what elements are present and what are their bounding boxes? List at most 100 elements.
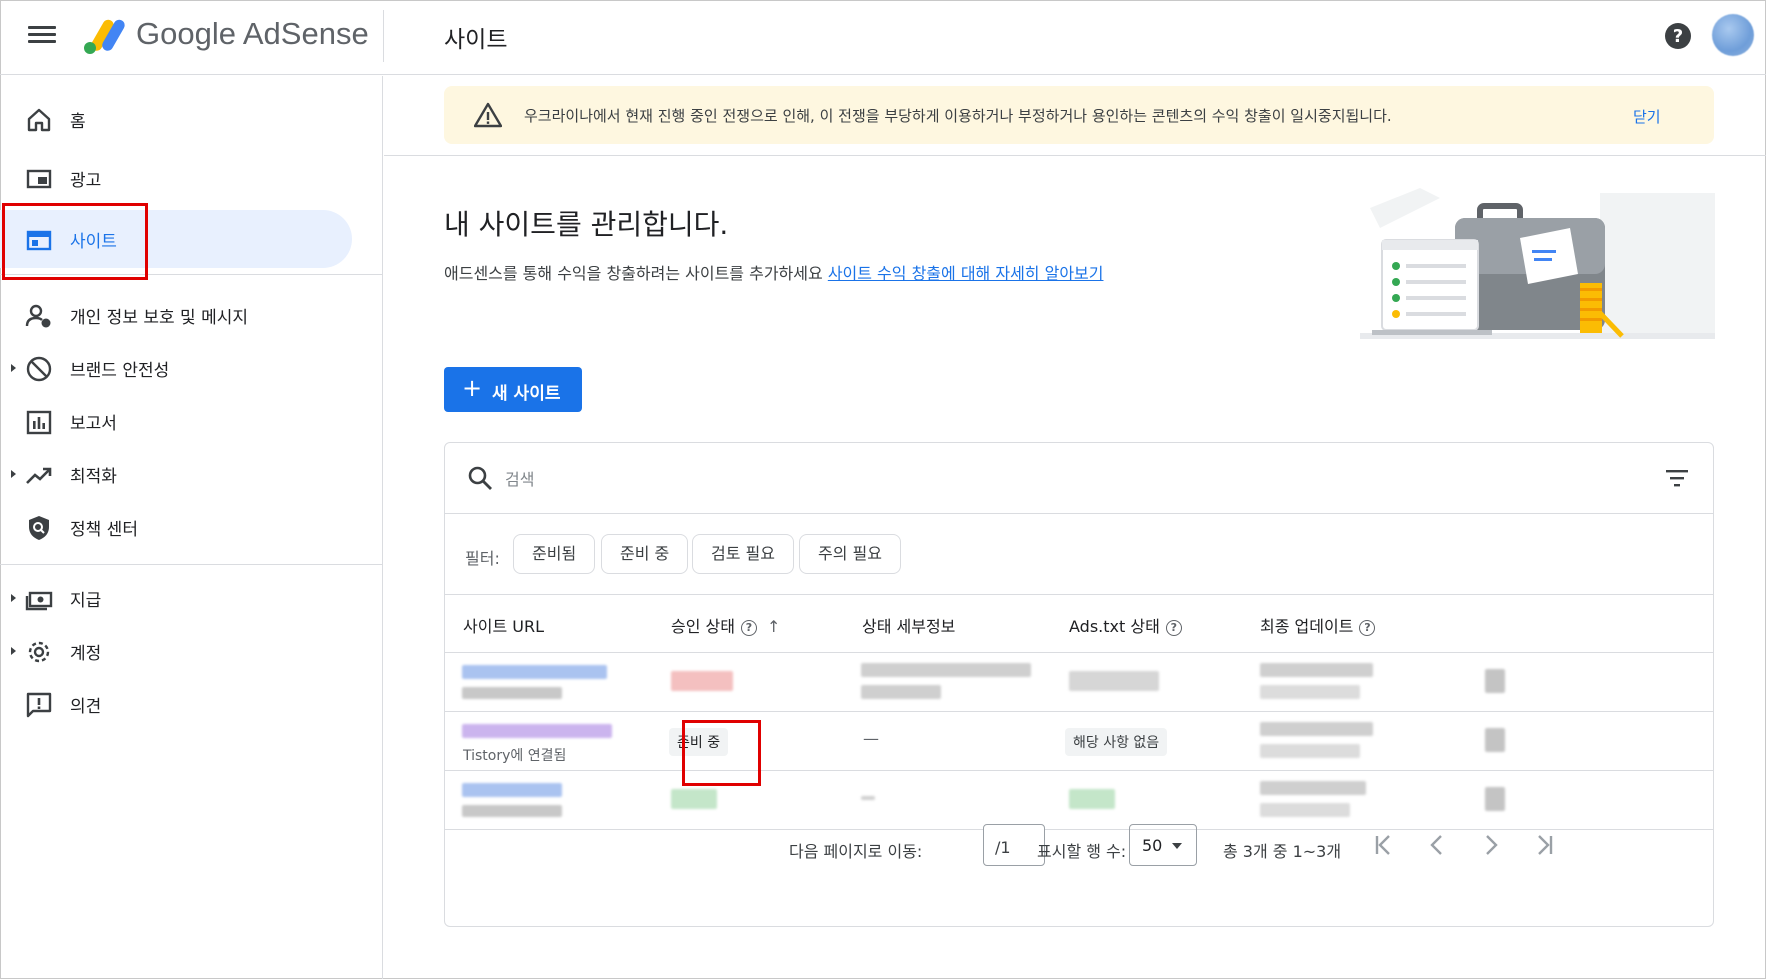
ads-txt-badge: 해당 사항 없음 bbox=[1065, 728, 1168, 756]
filter-chip-ready[interactable]: 준비됨 bbox=[513, 534, 596, 574]
row-action-icon[interactable] bbox=[1485, 669, 1505, 693]
table-row[interactable]: Tistory에 연결됨 준비 중 — 해당 사항 없음 bbox=[445, 712, 1713, 771]
new-site-button[interactable]: + 새 사이트 bbox=[444, 367, 582, 412]
adsense-logo-icon bbox=[84, 19, 125, 54]
sidebar-item-label: 브랜드 안전성 bbox=[70, 361, 170, 381]
war-notice-banner: 우크라이나에서 현재 진행 중인 전쟁으로 인해, 이 전쟁을 부당하게 이용하… bbox=[444, 86, 1714, 144]
hero-title: 내 사이트를 관리합니다. bbox=[444, 208, 729, 241]
rows-per-page-select[interactable]: 50 bbox=[1129, 824, 1197, 866]
warning-icon bbox=[474, 102, 502, 128]
filter-chip-needs-attention[interactable]: 주의 필요 bbox=[799, 534, 901, 574]
sidebar-item-label: 의견 bbox=[70, 697, 102, 717]
main-divider bbox=[384, 155, 1766, 156]
column-header-last-updated[interactable]: 최종 업데이트? bbox=[1260, 613, 1376, 637]
dropdown-arrow-icon bbox=[1172, 843, 1182, 849]
rows-per-page-label: 표시할 행 수: bbox=[1037, 842, 1127, 861]
filter-chip-needs-review[interactable]: 검토 필요 bbox=[692, 534, 794, 574]
status-detail: — bbox=[863, 729, 879, 748]
help-circle-icon[interactable]: ? bbox=[740, 620, 757, 636]
ads-icon bbox=[26, 169, 52, 189]
sidebar-item-brand-safety[interactable]: 브랜드 안전성 bbox=[0, 339, 352, 397]
sidebar-item-payments[interactable]: 지급 bbox=[0, 569, 352, 627]
sidebar-item-label: 지급 bbox=[70, 591, 102, 611]
top-app-bar: Google AdSense 사이트 ? bbox=[0, 0, 1766, 75]
help-circle-icon[interactable]: ? bbox=[1165, 620, 1182, 636]
row-action-icon[interactable] bbox=[1485, 787, 1505, 811]
blurred-detail bbox=[861, 796, 875, 800]
pagination: 다음 페이지로 이동: /1 표시할 행 수: 50 총 3개 중 1~3개 bbox=[445, 814, 1713, 884]
blurred-updated bbox=[1260, 685, 1360, 699]
sidebar-item-label: 광고 bbox=[70, 171, 102, 191]
expand-caret-icon bbox=[11, 470, 16, 478]
help-circle-icon[interactable]: ? bbox=[1359, 620, 1376, 636]
blurred-updated bbox=[1260, 744, 1360, 758]
sidebar-item-label: 최적화 bbox=[70, 467, 117, 487]
prev-page-icon[interactable] bbox=[1425, 832, 1451, 858]
sites-table-card: 필터: 준비됨 준비 중 검토 필요 주의 필요 사이트 URL 승인 상태?↑… bbox=[444, 442, 1714, 927]
sidebar-item-privacy[interactable]: 개인 정보 보호 및 메시지 bbox=[0, 286, 352, 344]
blurred-status-pill bbox=[671, 671, 733, 691]
highlight-box-sites bbox=[2, 203, 148, 280]
column-header-ads-txt[interactable]: Ads.txt 상태? bbox=[1069, 613, 1182, 637]
range-label: 총 3개 중 1~3개 bbox=[1223, 842, 1342, 861]
gear-icon bbox=[28, 641, 50, 663]
search-bar bbox=[445, 443, 1713, 514]
sidebar-item-feedback[interactable]: 의견 bbox=[0, 675, 352, 733]
notice-close-button[interactable]: 닫기 bbox=[1633, 106, 1661, 127]
sidebar-item-home[interactable]: 홈 bbox=[0, 90, 352, 148]
blurred-site-url[interactable] bbox=[462, 665, 607, 679]
sidebar-item-reports[interactable]: 보고서 bbox=[0, 392, 352, 450]
column-header-site-url[interactable]: 사이트 URL bbox=[463, 613, 544, 637]
blurred-detail bbox=[861, 663, 1031, 677]
last-page-icon[interactable] bbox=[1531, 832, 1557, 858]
table-row[interactable] bbox=[445, 653, 1713, 712]
search-icon bbox=[468, 466, 492, 490]
sidebar-item-label: 개인 정보 보호 및 메시지 bbox=[70, 308, 249, 328]
search-input[interactable] bbox=[505, 465, 1605, 493]
blurred-subtext bbox=[462, 687, 562, 699]
sidebar-item-label: 정책 센터 bbox=[70, 520, 138, 540]
goto-page-input[interactable] bbox=[983, 824, 1045, 866]
learn-more-link[interactable]: 사이트 수익 창출에 대해 자세히 알아보기 bbox=[828, 264, 1104, 283]
highlight-box-preparing-status bbox=[682, 720, 761, 786]
column-header-approval-status[interactable]: 승인 상태? ↑ bbox=[671, 613, 780, 637]
payments-icon bbox=[25, 591, 53, 611]
rows-per-page-value: 50 bbox=[1142, 836, 1163, 855]
goto-page-label: 다음 페이지로 이동: bbox=[789, 842, 923, 861]
home-icon bbox=[27, 108, 51, 132]
account-avatar[interactable] bbox=[1712, 14, 1754, 56]
sidebar-item-ads[interactable]: 광고 bbox=[0, 149, 352, 207]
hamburger-menu-icon[interactable] bbox=[28, 22, 56, 50]
privacy-icon bbox=[25, 304, 51, 328]
first-page-icon[interactable] bbox=[1371, 832, 1397, 858]
blurred-site-url[interactable] bbox=[462, 783, 562, 797]
sidebar-item-account[interactable]: 계정 bbox=[0, 622, 352, 680]
filter-list-icon[interactable] bbox=[1665, 467, 1689, 489]
sidebar-item-optimization[interactable]: 최적화 bbox=[0, 445, 352, 503]
page-title: 사이트 bbox=[444, 27, 508, 53]
expand-caret-icon bbox=[11, 364, 16, 372]
help-icon[interactable]: ? bbox=[1662, 20, 1694, 52]
blurred-status-pill bbox=[671, 789, 717, 809]
row-action-icon[interactable] bbox=[1485, 728, 1505, 752]
blurred-updated bbox=[1260, 722, 1373, 736]
filter-label: 필터: bbox=[465, 549, 500, 568]
table-header: 사이트 URL 승인 상태? ↑ 상태 세부정보 Ads.txt 상태? 최종 업… bbox=[445, 595, 1713, 653]
top-divider bbox=[383, 10, 384, 62]
column-header-status-details[interactable]: 상태 세부정보 bbox=[862, 613, 955, 637]
sidebar-item-label: 보고서 bbox=[70, 414, 117, 434]
sidebar-item-label: 홈 bbox=[70, 112, 86, 132]
blurred-site-url[interactable] bbox=[462, 724, 612, 738]
row-subtext: Tistory에 연결됨 bbox=[463, 748, 567, 764]
hero-subtitle-text: 애드센스를 통해 수익을 창출하려는 사이트를 추가하세요 bbox=[444, 264, 823, 283]
trending-icon bbox=[26, 467, 52, 484]
expand-caret-icon bbox=[11, 594, 16, 602]
blurred-ads-txt bbox=[1069, 789, 1115, 809]
notice-message: 우크라이나에서 현재 진행 중인 전쟁으로 인해, 이 전쟁을 부당하게 이용하… bbox=[524, 107, 1392, 125]
brand-name: Google AdSense bbox=[136, 16, 369, 51]
blurred-updated bbox=[1260, 781, 1366, 795]
sidebar-item-policy-center[interactable]: 정책 센터 bbox=[0, 498, 352, 556]
filter-chip-preparing[interactable]: 준비 중 bbox=[601, 534, 689, 574]
plus-icon: + bbox=[462, 374, 483, 402]
next-page-icon[interactable] bbox=[1477, 832, 1503, 858]
